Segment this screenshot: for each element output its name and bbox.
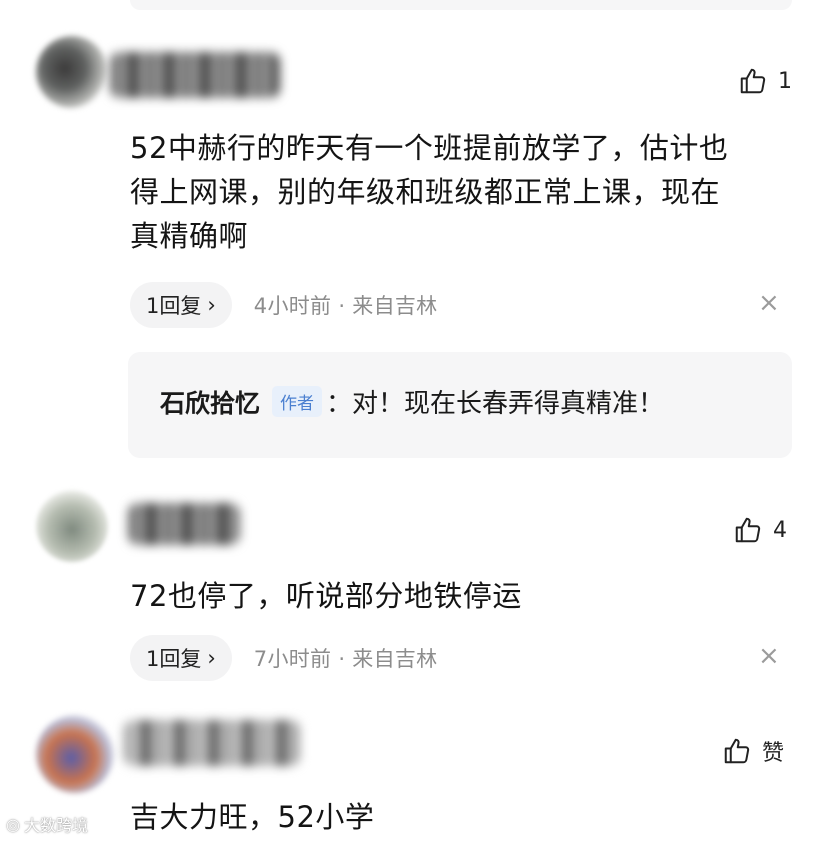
chevron-right-icon: › (207, 293, 216, 317)
avatar[interactable] (36, 715, 114, 793)
thumbs-up-icon (724, 738, 750, 764)
reply-count-button[interactable]: 1回复 › (130, 635, 232, 681)
close-icon[interactable]: × (758, 641, 780, 671)
like-button[interactable]: 4 (733, 515, 787, 545)
comment-text: 吉大力旺，52小学 (130, 795, 810, 839)
reply-count-button[interactable]: 1回复 › (130, 282, 232, 328)
reply-count-label: 1回复 (146, 647, 202, 671)
comment-line: 得上网课，别的年级和班级都正常上课，现在 (130, 175, 721, 209)
like-count: 4 (773, 517, 787, 543)
chevron-right-icon: › (207, 646, 216, 670)
previous-reply-card (130, 0, 792, 10)
like-button[interactable]: 赞 (722, 735, 784, 767)
comment-meta: 1回复 › 7小时前 · 来自吉林 (130, 635, 437, 681)
username-blurred[interactable] (128, 503, 240, 545)
comment-text: 72也停了，听说部分地铁停运 (130, 574, 810, 618)
reply-text: ：对！现在长春弄得真精准！ (326, 389, 665, 419)
watermark: ◎ 大数跨境 (6, 812, 88, 836)
avatar[interactable] (36, 36, 108, 108)
close-icon[interactable]: × (758, 288, 780, 318)
comment-line: 52中赫行的昨天有一个班提前放学了，估计也 (130, 131, 729, 165)
username-blurred[interactable] (110, 52, 280, 98)
watermark-text: 大数跨境 (23, 816, 88, 835)
time-location: 7小时前 · 来自吉林 (253, 647, 438, 671)
thumbs-up-icon (735, 517, 761, 543)
comment-meta: 1回复 › 4小时前 · 来自吉林 (130, 282, 437, 328)
like-count: 1 (778, 68, 792, 94)
comment-text: 52中赫行的昨天有一个班提前放学了，估计也 得上网课，别的年级和班级都正常上课，… (130, 126, 810, 258)
comment-line: 真精确啊 (130, 219, 249, 253)
author-reply: 石欣拾忆 作者 ：对！现在长春弄得真精准！ (160, 383, 664, 420)
watermark-logo-icon: ◎ (6, 814, 20, 834)
thumbs-up-icon (740, 68, 766, 94)
comment-line: 72也停了，听说部分地铁停运 (130, 579, 522, 613)
like-button[interactable]: 1 (738, 66, 792, 96)
reply-count-label: 1回复 (146, 294, 202, 318)
comment-line: 吉大力旺，52小学 (130, 800, 375, 834)
reply-author-name[interactable]: 石欣拾忆 (160, 384, 260, 420)
author-badge: 作者 (272, 386, 323, 417)
username-blurred[interactable] (124, 720, 300, 766)
time-location: 4小时前 · 来自吉林 (253, 294, 438, 318)
avatar[interactable] (36, 490, 108, 562)
like-label: 赞 (762, 741, 785, 766)
